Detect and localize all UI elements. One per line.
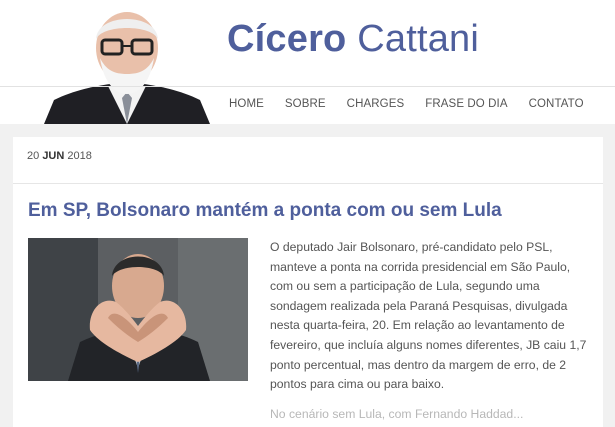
post-card: 20 JUN 2018 Em SP, Bolsonaro mantém a po… — [13, 137, 603, 427]
main-nav: HOME SOBRE CHARGES FRASE DO DIA CONTATO — [229, 98, 605, 110]
post-title[interactable]: Em SP, Bolsonaro mantém a ponta com ou s… — [28, 200, 502, 222]
post-photo[interactable] — [28, 238, 248, 381]
nav-frase-do-dia[interactable]: FRASE DO DIA — [425, 98, 507, 110]
site-title-last: Cattani — [357, 18, 480, 60]
card-divider — [13, 183, 603, 184]
nav-home[interactable]: HOME — [229, 98, 264, 110]
site-header: Cícero Cattani HOME SOBRE CHARGES FRASE … — [0, 0, 615, 124]
nav-charges[interactable]: CHARGES — [347, 98, 405, 110]
nav-contato[interactable]: CONTATO — [529, 98, 584, 110]
post-continuation: No cenário sem Lula, com Fernando Haddad… — [270, 407, 524, 421]
site-title-first: Cícero — [227, 18, 347, 60]
post-excerpt: O deputado Jair Bolsonaro, pré-candidato… — [270, 240, 587, 392]
post-date: 20 JUN 2018 — [27, 150, 92, 162]
post-date-year: 2018 — [67, 150, 92, 162]
nav-sobre[interactable]: SOBRE — [285, 98, 326, 110]
post-date-day: 20 — [27, 150, 40, 162]
author-photo — [44, 12, 210, 124]
post-date-month: JUN — [42, 150, 65, 162]
site-title[interactable]: Cícero Cattani — [227, 18, 479, 61]
header-divider — [0, 86, 615, 87]
